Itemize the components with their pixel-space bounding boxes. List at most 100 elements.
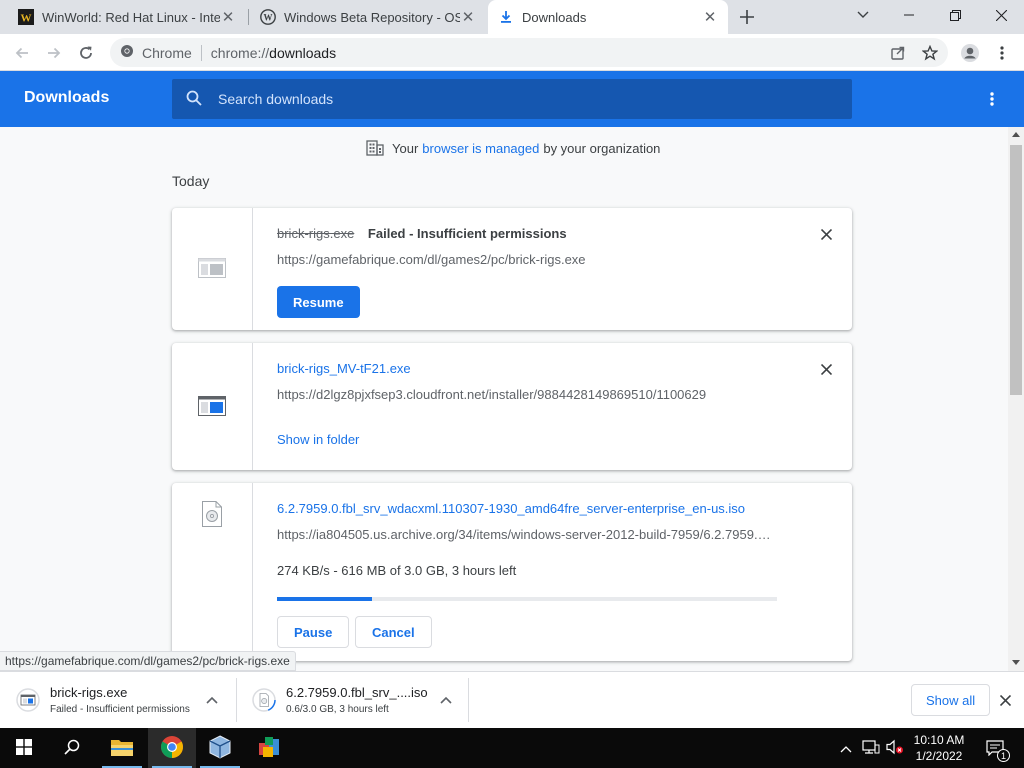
profile-avatar-button[interactable]: [956, 39, 984, 67]
close-window-button[interactable]: [978, 0, 1024, 30]
svg-text:W: W: [264, 13, 273, 23]
minimize-button[interactable]: [886, 0, 932, 30]
start-button[interactable]: [0, 728, 48, 768]
tab-title: Downloads: [522, 9, 587, 25]
downloads-header: Downloads: [0, 71, 1024, 127]
tab-title: Windows Beta Repository - OS Vi: [284, 9, 460, 25]
resume-button[interactable]: Resume: [277, 286, 360, 318]
download-shelf: brick-rigs.exe Failed - Insufficient per…: [0, 671, 1024, 728]
shelf-item-brick-rigs[interactable]: brick-rigs.exe Failed - Insufficient per…: [0, 678, 236, 722]
tab-close-icon[interactable]: ✕: [702, 9, 718, 26]
network-tray-button[interactable]: [860, 728, 882, 768]
bookmark-star-button[interactable]: [916, 39, 944, 67]
download-progress-text: 274 KB/s - 616 MB of 3.0 GB, 3 hours lef…: [277, 563, 517, 578]
search-icon: [64, 739, 80, 758]
search-icon: [186, 90, 202, 109]
chevron-up-icon[interactable]: [438, 692, 454, 708]
file-icon-column: [172, 483, 253, 661]
remove-item-close-icon[interactable]: [818, 361, 834, 377]
date-heading: Today: [172, 173, 210, 189]
scroll-down-arrow-icon[interactable]: [1012, 658, 1020, 666]
file-icon-column: [172, 208, 253, 330]
taskbar-clock[interactable]: 10:10 AM 1/2/2022: [900, 732, 978, 764]
omnibox-url: chrome://downloads: [210, 44, 337, 61]
share-button[interactable]: [884, 39, 912, 67]
managed-suffix: by your organization: [543, 140, 661, 156]
taskbar-app[interactable]: [245, 728, 293, 768]
download-filename-link[interactable]: 6.2.7959.0.fbl_srv_wdacxml.110307-1930_a…: [277, 501, 745, 516]
shelf-divider: [468, 678, 469, 722]
new-tab-button[interactable]: [735, 5, 759, 29]
scroll-thumb[interactable]: [1010, 145, 1022, 395]
chrome-icon: [160, 735, 184, 762]
action-center-button[interactable]: 1: [982, 728, 1010, 768]
chrome-menu-button[interactable]: [988, 39, 1016, 67]
download-url[interactable]: https://gamefabrique.com/dl/games2/pc/br…: [277, 252, 777, 267]
address-bar[interactable]: Chrome chrome://downloads: [110, 38, 948, 67]
more-actions-button[interactable]: [980, 87, 1004, 111]
search-box[interactable]: [172, 79, 852, 119]
omnibox-separator: [200, 44, 202, 61]
failed-filename: brick-rigs.exe: [277, 226, 355, 241]
reload-button[interactable]: [72, 39, 100, 67]
taskbar-virtualbox[interactable]: [196, 728, 244, 768]
download-item-failed: brick-rigs.exe Failed - Insufficient per…: [172, 208, 852, 330]
remove-item-close-icon[interactable]: [818, 226, 834, 242]
taskbar-search-button[interactable]: [48, 728, 96, 768]
pause-button[interactable]: Pause: [277, 616, 350, 648]
failed-status: Failed - Insufficient permissions: [367, 226, 567, 241]
clock-date: 1/2/2022: [915, 749, 963, 763]
show-hidden-icons-button[interactable]: [836, 728, 856, 768]
windows-logo-icon: [16, 738, 32, 758]
search-input[interactable]: [218, 91, 818, 107]
tab-windows-beta[interactable]: W Windows Beta Repository - OS Vi ✕: [250, 0, 486, 34]
tab-downloads[interactable]: Downloads ✕: [488, 0, 728, 34]
taskbar-chrome[interactable]: [148, 728, 196, 768]
exe-file-icon: [198, 258, 226, 330]
shelf-item-status: Failed - Insufficient permissions: [50, 704, 190, 715]
exe-file-icon: [16, 688, 40, 712]
download-progress-fill: [277, 597, 372, 601]
windows-taskbar: 10:10 AM 1/2/2022 1: [0, 728, 1024, 768]
managed-link[interactable]: browser is managed: [422, 141, 539, 156]
page-title: Downloads: [24, 89, 110, 106]
building-icon: [366, 140, 384, 156]
chrome-icon: [120, 44, 134, 61]
downloads-list-area: Your browser is managed by your organiza…: [0, 127, 1008, 671]
iso-file-icon: [202, 501, 222, 661]
wordpress-icon: W: [260, 9, 276, 25]
forward-button[interactable]: [40, 39, 68, 67]
tab-separator: [248, 9, 249, 25]
file-icon-column: [172, 343, 253, 470]
shelf-item-name: 6.2.7959.0.fbl_srv_....iso: [286, 685, 428, 700]
download-url[interactable]: https://ia804505.us.archive.org/34/items…: [277, 527, 777, 542]
close-shelf-icon[interactable]: [997, 692, 1013, 708]
show-all-button[interactable]: Show all: [911, 684, 991, 716]
taskbar-file-explorer[interactable]: [98, 728, 146, 768]
browser-toolbar: Chrome chrome://downloads: [0, 34, 1024, 71]
show-in-folder-link-wrap: Show in folder: [277, 432, 359, 447]
iso-file-icon: [252, 688, 276, 712]
page-scrollbar[interactable]: [1008, 127, 1024, 671]
chevron-up-icon[interactable]: [204, 692, 220, 708]
shelf-item-iso[interactable]: 6.2.7959.0.fbl_srv_....iso 0.6/3.0 GB, 3…: [236, 678, 468, 722]
notification-icon: 1: [986, 740, 1010, 762]
svg-text:W: W: [21, 13, 32, 25]
tab-strip: W WinWorld: Red Hat Linux - Intel S ✕ W …: [0, 0, 1024, 34]
managed-prefix: Your: [392, 140, 419, 156]
back-button[interactable]: [8, 39, 36, 67]
tab-close-icon[interactable]: ✕: [220, 9, 236, 26]
restore-button[interactable]: [932, 0, 978, 30]
download-url[interactable]: https://d2lgz8pjxfsep3.cloudfront.net/in…: [277, 387, 777, 402]
download-progress-bar: [277, 597, 777, 601]
show-in-folder-link[interactable]: Show in folder: [277, 432, 359, 447]
tab-close-icon[interactable]: ✕: [460, 9, 476, 26]
notification-count-badge: 1: [997, 749, 1010, 762]
tab-winworld[interactable]: W WinWorld: Red Hat Linux - Intel S ✕: [8, 0, 246, 34]
tab-title: WinWorld: Red Hat Linux - Intel S: [42, 9, 220, 25]
chevron-up-icon: [840, 741, 852, 756]
download-filename-link[interactable]: brick-rigs_MV-tF21.exe: [277, 361, 411, 376]
tab-search-button[interactable]: [840, 0, 886, 30]
scroll-up-arrow-icon[interactable]: [1012, 131, 1020, 139]
cancel-button[interactable]: Cancel: [355, 616, 432, 648]
